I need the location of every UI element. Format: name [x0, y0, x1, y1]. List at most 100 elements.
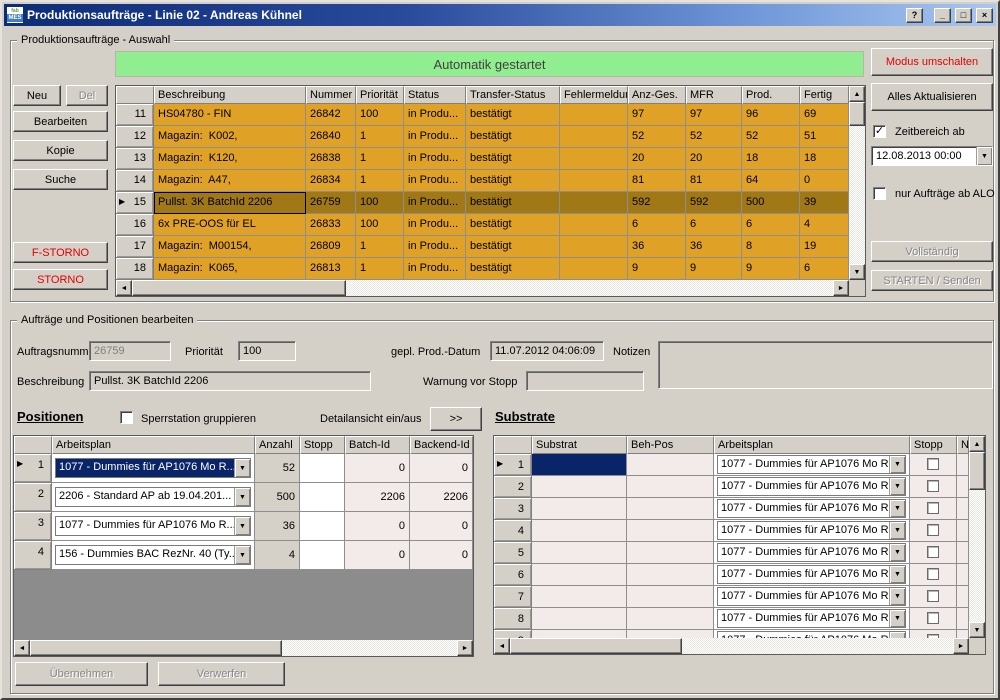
- zeitbereich-datetime-dropdown[interactable]: 12.08.2013 00:00 ▼: [871, 146, 993, 166]
- orders-horizontal-scrollbar[interactable]: ◄ ►: [116, 280, 849, 296]
- arbeitsplan-dropdown[interactable]: 1077 - Dummies für AP1076 Mo R...▼: [717, 455, 906, 474]
- dropdown-arrow-icon[interactable]: ▼: [889, 566, 905, 583]
- stopp-checkbox[interactable]: [927, 546, 939, 558]
- substrat-cell[interactable]: [532, 454, 627, 476]
- positionen-column-header[interactable]: Anzahl: [255, 436, 300, 454]
- substrat-cell[interactable]: [532, 542, 627, 564]
- substrate-column-header[interactable]: Arbeitsplan: [714, 436, 910, 454]
- orders-column-header[interactable]: Fehlermeldung: [560, 86, 628, 104]
- order-row-18[interactable]: 18Magazin: K065,268131in Produ...bestäti…: [116, 258, 849, 280]
- substrate-row-3[interactable]: 31077 - Dummies für AP1076 Mo R...▼: [494, 498, 969, 520]
- scroll-down-icon[interactable]: ▼: [969, 622, 985, 638]
- order-row-15[interactable]: ▶15Pullst. 3K BatchId 220626759100in Pro…: [116, 192, 849, 214]
- order-row-11[interactable]: 11HS04780 - FIN26842100in Produ...bestät…: [116, 104, 849, 126]
- arbeitsplan-dropdown[interactable]: 1077 - Dummies für AP1076 Mo R...▼: [717, 609, 906, 628]
- stopp-checkbox[interactable]: [927, 568, 939, 580]
- arbeitsplan-dropdown[interactable]: 156 - Dummies BAC RezNr. 40 (Ty...▼: [55, 545, 251, 565]
- kopie-button[interactable]: Kopie: [13, 140, 108, 161]
- zeitbereich-checkbox[interactable]: ✓: [873, 125, 886, 138]
- dropdown-arrow-icon[interactable]: ▼: [889, 522, 905, 539]
- orders-column-header[interactable]: Fertig: [800, 86, 849, 104]
- arbeitsplan-dropdown[interactable]: 1077 - Dummies für AP1076 Mo R...▼: [717, 565, 906, 584]
- positionen-horizontal-scrollbar[interactable]: ◄ ►: [14, 640, 473, 656]
- sperrstation-gruppieren-checkbox[interactable]: [120, 411, 133, 424]
- scroll-left-icon[interactable]: ◄: [116, 280, 132, 296]
- arbeitsplan-dropdown[interactable]: 1077 - Dummies für AP1076 Mo R...▼: [717, 543, 906, 562]
- position-row-1[interactable]: ▶11077 - Dummies für AP1076 Mo R...▼5200: [14, 454, 473, 483]
- scroll-left-icon[interactable]: ◄: [494, 638, 510, 654]
- substrate-column-header[interactable]: Beh-Pos: [627, 436, 714, 454]
- beschreibung-field[interactable]: Pullst. 3K BatchId 2206: [89, 371, 371, 391]
- orders-column-header[interactable]: Anz-Ges.: [628, 86, 686, 104]
- substrat-cell[interactable]: [532, 520, 627, 542]
- detailansicht-toggle-button[interactable]: >>: [430, 407, 482, 431]
- arbeitsplan-dropdown[interactable]: 1077 - Dummies für AP1076 Mo R...▼: [55, 516, 251, 536]
- stopp-checkbox[interactable]: [927, 590, 939, 602]
- substrate-row-1[interactable]: ▶11077 - Dummies für AP1076 Mo R...▼: [494, 454, 969, 476]
- f-storno-button[interactable]: F-STORNO: [13, 242, 108, 263]
- dropdown-arrow-icon[interactable]: ▼: [976, 147, 992, 165]
- scroll-right-icon[interactable]: ►: [457, 640, 473, 656]
- bearbeiten-button[interactable]: Bearbeiten: [13, 111, 108, 132]
- position-row-4[interactable]: 4156 - Dummies BAC RezNr. 40 (Ty...▼400: [14, 541, 473, 570]
- order-row-13[interactable]: 13Magazin: K120,268381in Produ...bestäti…: [116, 148, 849, 170]
- position-row-3[interactable]: 31077 - Dummies für AP1076 Mo R...▼3600: [14, 512, 473, 541]
- help-button[interactable]: ?: [906, 8, 923, 23]
- positionen-column-header[interactable]: Backend-Id: [410, 436, 473, 454]
- substrate-row-6[interactable]: 61077 - Dummies für AP1076 Mo R...▼: [494, 564, 969, 586]
- storno-button[interactable]: STORNO: [13, 269, 108, 290]
- substrate-column-header[interactable]: N: [957, 436, 969, 454]
- substrate-row-5[interactable]: 51077 - Dummies für AP1076 Mo R...▼: [494, 542, 969, 564]
- neu-button[interactable]: Neu: [13, 85, 61, 106]
- substrate-vertical-scrollbar[interactable]: ▲ ▼: [969, 436, 985, 638]
- dropdown-arrow-icon[interactable]: ▼: [889, 456, 905, 473]
- prod-datum-field[interactable]: 11.07.2012 04:06:09: [490, 341, 604, 361]
- substrat-cell[interactable]: [532, 630, 627, 638]
- alles-aktualisieren-button[interactable]: Alles Aktualisieren: [871, 83, 993, 111]
- dropdown-arrow-icon[interactable]: ▼: [234, 488, 250, 506]
- substrate-row-4[interactable]: 41077 - Dummies für AP1076 Mo R...▼: [494, 520, 969, 542]
- arbeitsplan-dropdown[interactable]: 1077 - Dummies für AP1076 Mo R...▼: [717, 477, 906, 496]
- stopp-checkbox[interactable]: [927, 480, 939, 492]
- orders-column-header[interactable]: Status: [404, 86, 466, 104]
- dropdown-arrow-icon[interactable]: ▼: [889, 500, 905, 517]
- prioritaet-field[interactable]: 100: [238, 341, 296, 361]
- arbeitsplan-dropdown[interactable]: 1077 - Dummies für AP1076 Mo R...▼: [717, 631, 906, 638]
- close-button[interactable]: ×: [976, 8, 993, 23]
- positionen-column-header[interactable]: Stopp: [300, 436, 345, 454]
- maximize-button[interactable]: □: [955, 8, 972, 23]
- dropdown-arrow-icon[interactable]: ▼: [889, 478, 905, 495]
- substrat-cell[interactable]: [532, 586, 627, 608]
- dropdown-arrow-icon[interactable]: ▼: [234, 517, 250, 535]
- arbeitsplan-dropdown[interactable]: 1077 - Dummies für AP1076 Mo R...▼: [717, 499, 906, 518]
- positionen-hscroll-thumb[interactable]: [30, 640, 282, 656]
- substrate-horizontal-scrollbar[interactable]: ◄ ►: [494, 638, 969, 654]
- orders-vscroll-thumb[interactable]: [849, 102, 865, 126]
- dropdown-arrow-icon[interactable]: ▼: [234, 459, 250, 477]
- stopp-checkbox[interactable]: [927, 524, 939, 536]
- scroll-right-icon[interactable]: ►: [953, 638, 969, 654]
- scroll-left-icon[interactable]: ◄: [14, 640, 30, 656]
- order-row-16[interactable]: 166x PRE-OOS für EL26833100in Produ...be…: [116, 214, 849, 236]
- dropdown-arrow-icon[interactable]: ▼: [889, 610, 905, 627]
- orders-column-header[interactable]: Transfer-Status: [466, 86, 560, 104]
- substrate-vscroll-thumb[interactable]: [969, 452, 985, 490]
- substrate-row-7[interactable]: 71077 - Dummies für AP1076 Mo R...▼: [494, 586, 969, 608]
- suche-button[interactable]: Suche: [13, 169, 108, 190]
- positionen-column-header[interactable]: Arbeitsplan: [52, 436, 255, 454]
- scroll-up-icon[interactable]: ▲: [969, 436, 985, 452]
- orders-column-header[interactable]: Nummer: [306, 86, 356, 104]
- warnung-vor-stopp-field[interactable]: [526, 371, 644, 391]
- orders-hscroll-thumb[interactable]: [132, 280, 346, 296]
- position-row-2[interactable]: 22206 - Standard AP ab 19.04.201...▼5002…: [14, 483, 473, 512]
- substrat-cell[interactable]: [532, 498, 627, 520]
- dropdown-arrow-icon[interactable]: ▼: [234, 546, 250, 564]
- orders-column-header[interactable]: Beschreibung: [154, 86, 306, 104]
- nur-auftraege-alo-checkbox[interactable]: [873, 187, 886, 200]
- scroll-right-icon[interactable]: ►: [833, 280, 849, 296]
- orders-vertical-scrollbar[interactable]: ▲ ▼: [849, 86, 865, 280]
- substrat-cell[interactable]: [532, 564, 627, 586]
- substrate-row-9[interactable]: 91077 - Dummies für AP1076 Mo R...▼: [494, 630, 969, 638]
- substrate-column-header[interactable]: Stopp: [910, 436, 957, 454]
- notizen-field[interactable]: [658, 341, 993, 389]
